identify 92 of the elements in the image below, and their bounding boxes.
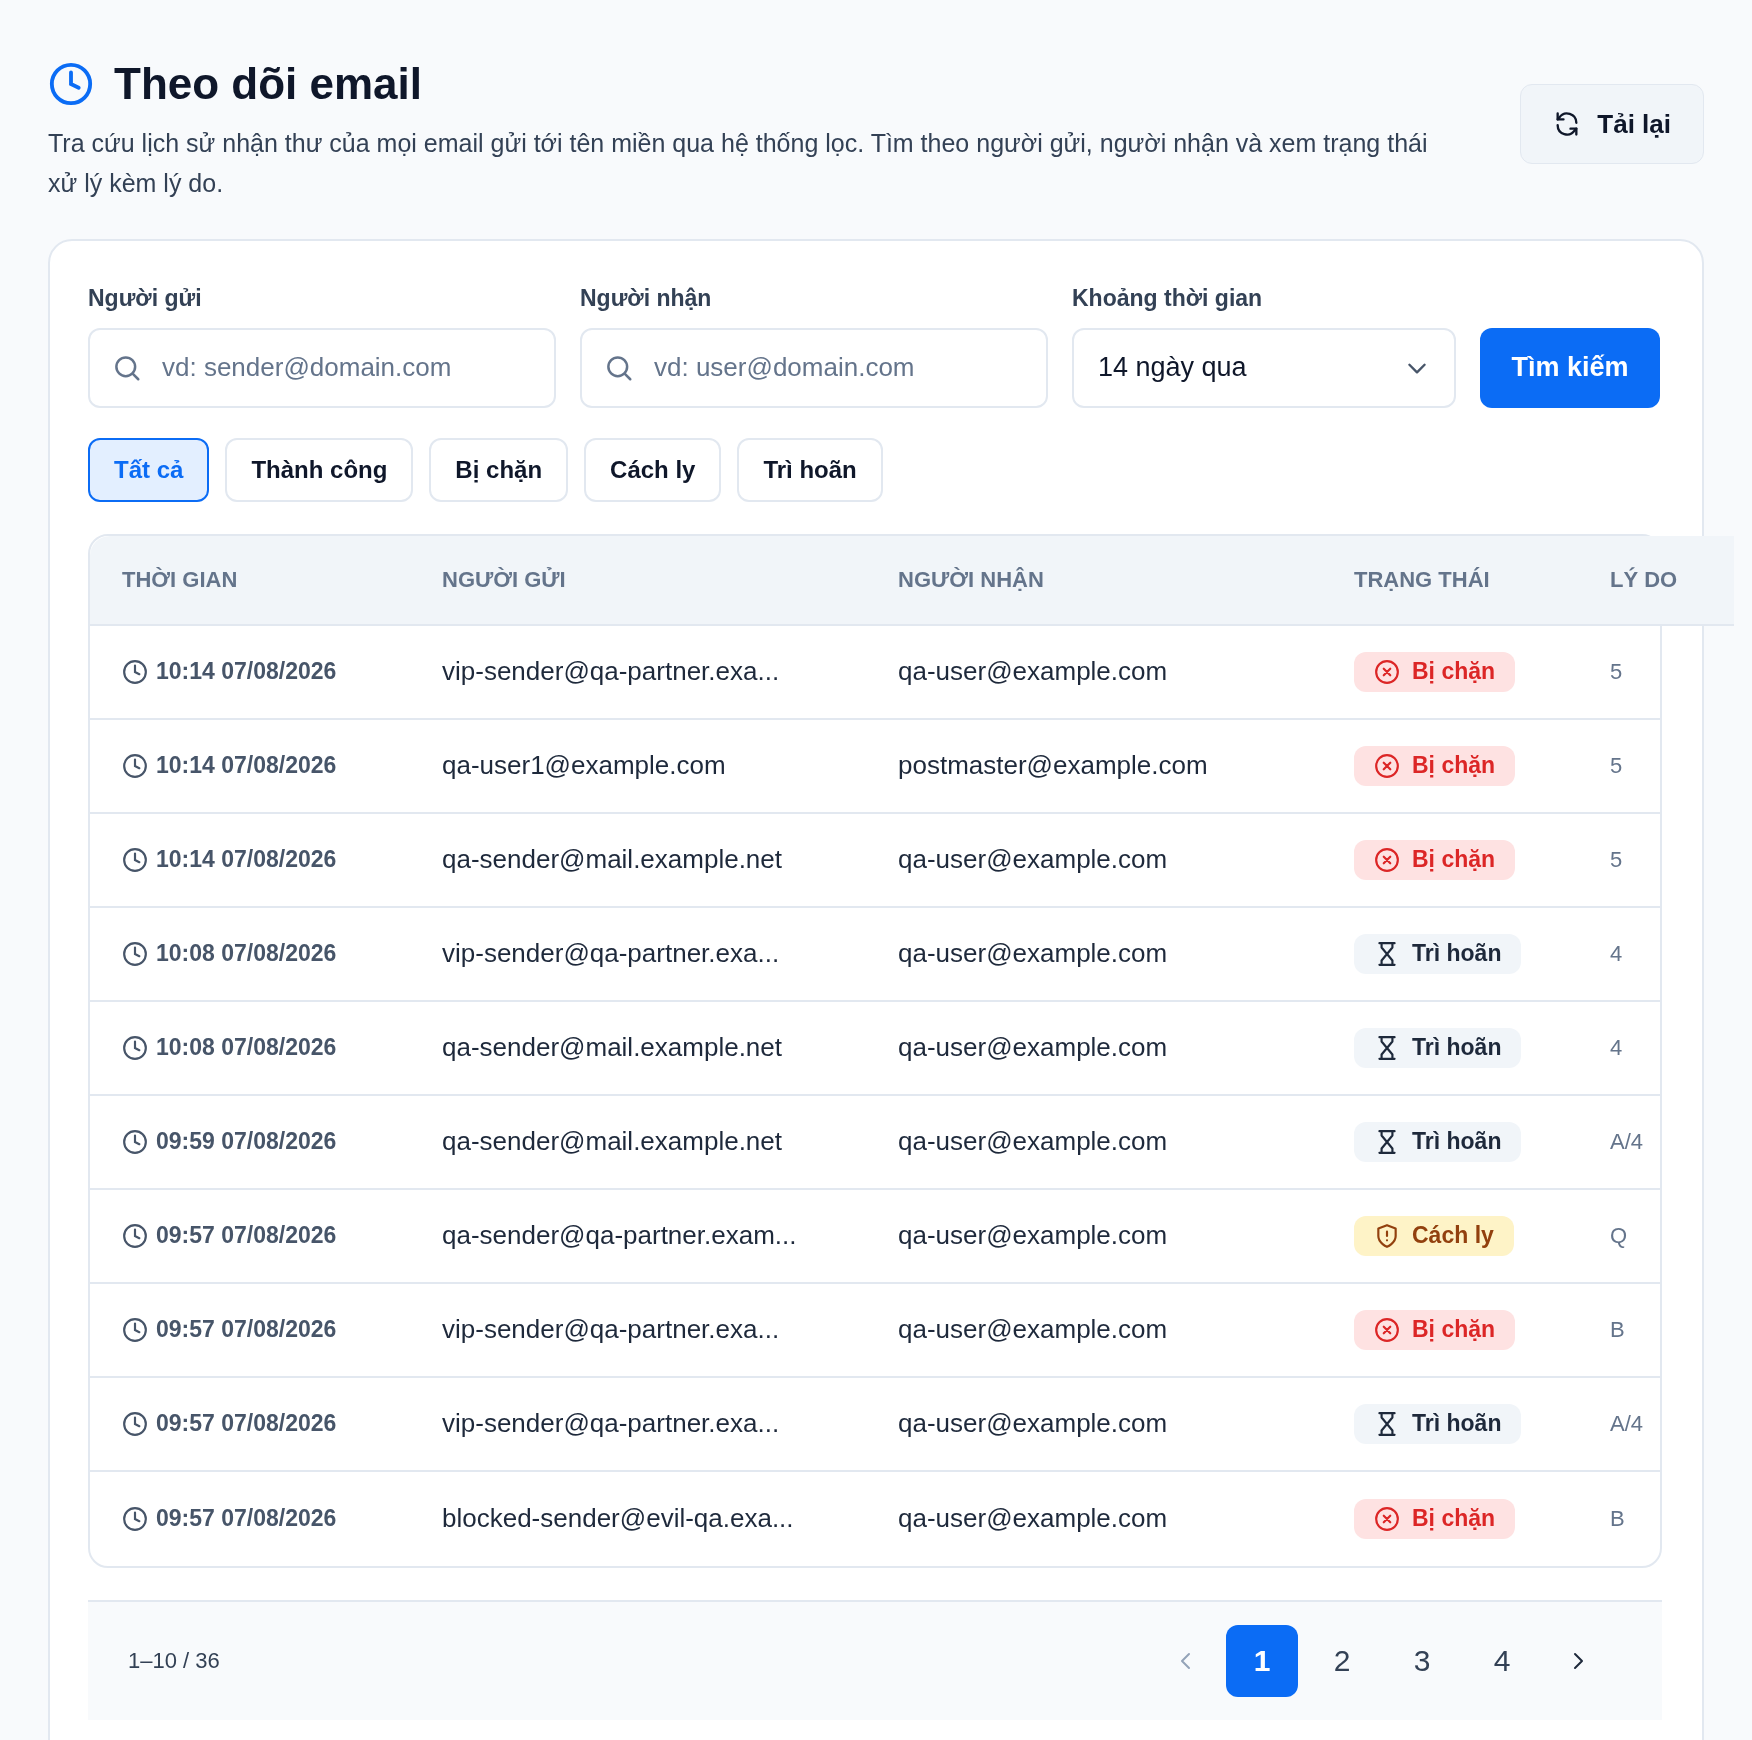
field-label: Khoảng thời gian — [1072, 284, 1264, 313]
x-circle-icon — [1374, 1505, 1400, 1532]
clock-icon — [122, 1128, 148, 1155]
reason-cell: Q — [1610, 1223, 1628, 1248]
status-badge: Cách ly — [1354, 1215, 1514, 1256]
shield-alert-icon — [1374, 1222, 1400, 1249]
time-cell-text: 10:08 07/08/2026 — [156, 1033, 337, 1063]
page-button[interactable]: 1 — [1226, 1624, 1298, 1697]
reason-cell: 4 — [1610, 941, 1623, 966]
clock-icon — [122, 1505, 148, 1532]
recipient-cell: postmaster@example.com — [898, 750, 1208, 780]
reason-cell: A/4 — [1610, 1129, 1644, 1154]
sender-cell: vip-sender@qa-partner.exa... — [442, 1408, 780, 1438]
x-circle-icon — [1374, 658, 1400, 685]
status-filter-tab[interactable]: Trì hoãn — [737, 437, 883, 502]
recipient-cell: qa-user@example.com — [898, 1314, 1168, 1344]
status-badge: Trì hoãn — [1354, 1121, 1522, 1162]
page-button[interactable]: 2 — [1306, 1624, 1378, 1697]
status-filter-tab[interactable]: Tất cả — [88, 437, 210, 502]
recipient-cell: qa-user@example.com — [898, 1126, 1168, 1156]
reason-cell: B — [1610, 1506, 1625, 1531]
sender-cell: qa-sender@mail.example.net — [442, 1126, 782, 1156]
status-filter-tab[interactable]: Bị chặn — [429, 437, 569, 502]
recipient-cell: qa-user@example.com — [898, 1408, 1168, 1438]
time-cell-text: 09:57 07/08/2026 — [156, 1221, 337, 1251]
status-filter-tab[interactable]: Thành công — [225, 437, 414, 502]
page-description: Tra cứu lịch sử nhận thư của mọi email gửi tới tên miền qua hệ thống lọc. Tìm theo người gửi, người nhận và xem trạng thái xử lý kèm lý do. — [48, 128, 1428, 199]
column-header: TRẠNG THÁI — [1354, 567, 1490, 592]
sender-cell: vip-sender@qa-partner.exa... — [442, 1314, 780, 1344]
clock-icon — [48, 60, 94, 107]
sender-field[interactable]: vd: sender@domain.com — [88, 327, 556, 408]
x-circle-icon — [1374, 1316, 1400, 1343]
clock-icon — [122, 1316, 148, 1343]
column-header: LÝ DO — [1610, 567, 1678, 592]
search-button[interactable]: Tìm kiếm — [1480, 327, 1660, 408]
sender-cell: qa-sender@mail.example.net — [442, 844, 782, 874]
reason-cell: 5 — [1610, 847, 1623, 872]
clock-icon — [122, 846, 148, 873]
recipient-cell: qa-user@example.com — [898, 1220, 1168, 1250]
time-cell-text: 10:14 07/08/2026 — [156, 751, 337, 781]
recipient-cell: qa-user@example.com — [898, 938, 1168, 968]
time-cell-text: 09:57 07/08/2026 — [156, 1409, 337, 1439]
sender-cell: vip-sender@qa-partner.exa... — [442, 656, 780, 686]
time-cell-text: 09:57 07/08/2026 — [156, 1315, 337, 1345]
reason-cell: 5 — [1610, 659, 1623, 684]
field-label: Người nhận — [580, 284, 713, 313]
clock-icon — [122, 1410, 148, 1437]
sender-cell: vip-sender@qa-partner.exa... — [442, 938, 780, 968]
time-cell-text: 10:08 07/08/2026 — [156, 939, 337, 969]
page-button[interactable]: 3 — [1386, 1624, 1458, 1697]
status-badge: Bị chặn — [1354, 745, 1516, 786]
column-header: NGƯỜI NHẬN — [898, 567, 1044, 592]
sender-cell: blocked-sender@evil-qa.exa... — [442, 1503, 794, 1533]
recipient-cell: qa-user@example.com — [898, 656, 1168, 686]
clock-icon — [122, 1034, 148, 1061]
reason-cell: A/4 — [1610, 1411, 1644, 1436]
status-badge: Trì hoãn — [1354, 1403, 1522, 1444]
time-cell-text: 09:59 07/08/2026 — [156, 1127, 337, 1157]
field-label: Người gửi — [88, 284, 203, 313]
status-badge: Bị chặn — [1354, 1309, 1516, 1350]
x-circle-icon — [1374, 752, 1400, 779]
sender-cell: qa-sender@qa-partner.exam... — [442, 1220, 797, 1250]
period-dropdown[interactable]: 14 ngày qua — [1072, 327, 1456, 408]
recipient-cell: qa-user@example.com — [898, 844, 1168, 874]
status-badge: Trì hoãn — [1354, 933, 1522, 974]
result-range: 1–10 / 36 — [128, 1647, 220, 1675]
x-circle-icon — [1374, 846, 1400, 873]
sender-cell: qa-user1@example.com — [442, 750, 726, 780]
status-filter-tab[interactable]: Cách ly — [584, 437, 722, 502]
column-header: THỜI GIAN — [122, 567, 238, 592]
clock-icon — [122, 752, 148, 779]
status-badge: Trì hoãn — [1354, 1027, 1522, 1068]
reason-cell: B — [1610, 1317, 1625, 1342]
clock-icon — [122, 940, 148, 967]
time-cell-text: 09:57 07/08/2026 — [156, 1504, 337, 1534]
reason-cell: 5 — [1610, 753, 1623, 778]
column-header: NGƯỜI GỬI — [442, 567, 566, 592]
clock-icon — [122, 658, 148, 685]
page-title: Theo dõi email — [114, 58, 423, 110]
time-cell-text: 10:14 07/08/2026 — [156, 845, 337, 875]
page-button[interactable]: 4 — [1466, 1624, 1538, 1697]
status-badge: Bị chặn — [1354, 1498, 1516, 1539]
reload-button[interactable]: Tải lại — [1520, 84, 1704, 164]
status-badge: Bị chặn — [1354, 839, 1516, 880]
recipient-cell: qa-user@example.com — [898, 1032, 1168, 1062]
time-cell-text: 10:14 07/08/2026 — [156, 657, 337, 687]
sender-cell: qa-sender@mail.example.net — [442, 1032, 782, 1062]
clock-icon — [122, 1222, 148, 1249]
recipient-cell: qa-user@example.com — [898, 1503, 1168, 1533]
recipient-field[interactable]: vd: user@domain.com — [580, 327, 1048, 408]
reason-cell: 4 — [1610, 1035, 1623, 1060]
status-badge: Bị chặn — [1354, 651, 1516, 692]
